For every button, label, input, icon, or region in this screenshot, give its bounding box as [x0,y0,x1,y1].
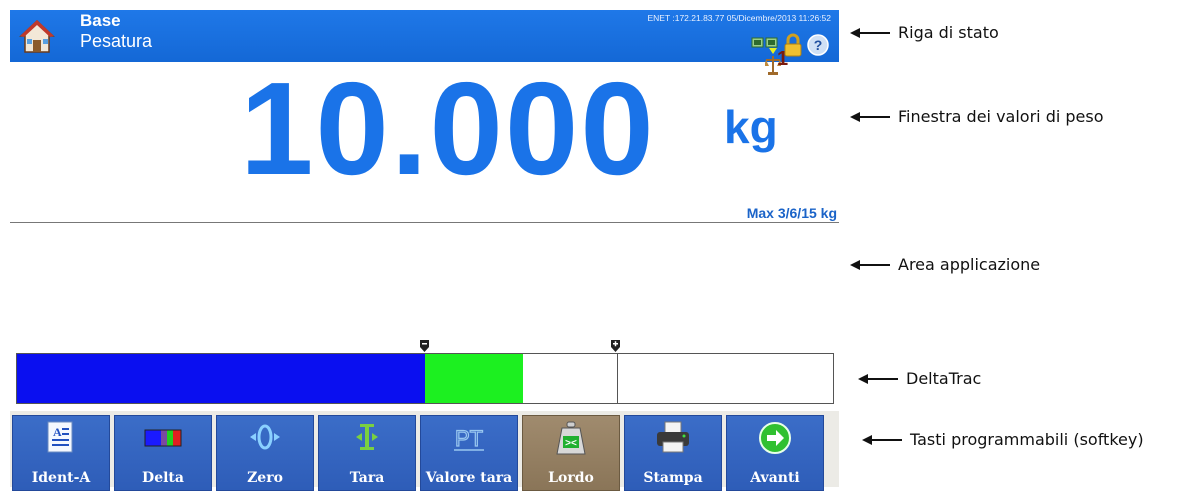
deltatrac-under-segment [17,354,425,403]
deltatrac-plus-marker [611,340,621,352]
gross-weight-icon: >< [556,421,586,455]
arrow-left-icon [850,111,890,122]
annotation-softkeys: Tasti programmabili (softkey) [862,430,1144,449]
deltatrac-minus-marker [419,340,429,352]
deltatrac-bar [16,353,834,404]
softkey-label: Tara [349,470,385,486]
weight-value: 10.000 [240,55,656,202]
softkey-label: Ident-A [31,470,91,486]
home-icon[interactable] [18,18,56,56]
tare-icon [356,424,378,450]
arrow-left-icon [862,434,902,445]
annotation-label: Finestra dei valori di peso [898,107,1104,126]
arrow-left-icon [850,259,890,270]
weight-window: 1 10.000 kg Max 3/6/15 kg [10,48,839,223]
softkey-tara[interactable]: Tara [318,415,416,491]
annotation-status-line: Riga di stato [850,23,999,42]
weight-unit: kg [724,101,778,153]
deltatrac-over-segment [522,354,833,403]
annotation-application-area: Area applicazione [850,255,1040,274]
svg-text:?: ? [814,37,823,53]
mode-title: Base [80,11,121,30]
softkey-delta[interactable]: Delta [114,415,212,491]
softkey-label: Lordo [548,470,594,486]
softkey-label: Zero [247,470,283,486]
softkey-label: Avanti [750,470,800,486]
softkey-lordo[interactable]: >< Lordo [522,415,620,491]
softkey-label: Stampa [643,470,703,486]
annotation-label: DeltaTrac [906,369,982,388]
status-icons: ? [751,33,829,57]
svg-text:A: A [53,425,62,439]
softkey-stampa[interactable]: Stampa [624,415,722,491]
capacity-label: Max 3/6/15 kg [746,205,837,221]
arrow-left-icon [858,373,898,384]
ident-icon: A [47,421,73,453]
softkey-ident-a[interactable]: A Ident-A [12,415,110,491]
scale-number: 1 [777,48,789,70]
network-info: ENET :172.21.83.77 05/Dicembre/2013 11:2… [647,13,831,23]
delta-bar-icon [144,429,182,447]
softkey-label: Delta [142,470,184,486]
deltatrac-tolerance-segment [425,354,523,403]
softkey-bar: A Ident-A Delta Zero Tara PT Valore tara… [10,411,839,491]
next-arrow-icon [759,422,791,454]
softkey-zero[interactable]: Zero [216,415,314,491]
annotation-label: Riga di stato [898,23,999,42]
softkey-label: Valore tara [425,470,513,486]
arrow-left-icon [850,27,890,38]
svg-text:><: >< [565,438,577,449]
deltatrac-divider [616,354,618,403]
preset-tare-icon: PT [454,425,484,452]
annotation-label: Tasti programmabili (softkey) [910,430,1144,449]
softkey-valore-tara[interactable]: PT Valore tara [420,415,518,491]
network-icon[interactable] [751,35,779,55]
annotation-deltatrac: DeltaTrac [858,369,981,388]
printer-icon [657,421,689,453]
softkey-avanti[interactable]: Avanti [726,415,824,491]
mode-subtitle: Pesatura [80,31,153,51]
svg-text:PT: PT [455,426,483,451]
annotation-weight-window: Finestra dei valori di peso [850,107,1104,126]
help-icon[interactable]: ? [807,34,829,56]
annotation-label: Area applicazione [898,255,1041,274]
zero-icon [250,424,280,450]
